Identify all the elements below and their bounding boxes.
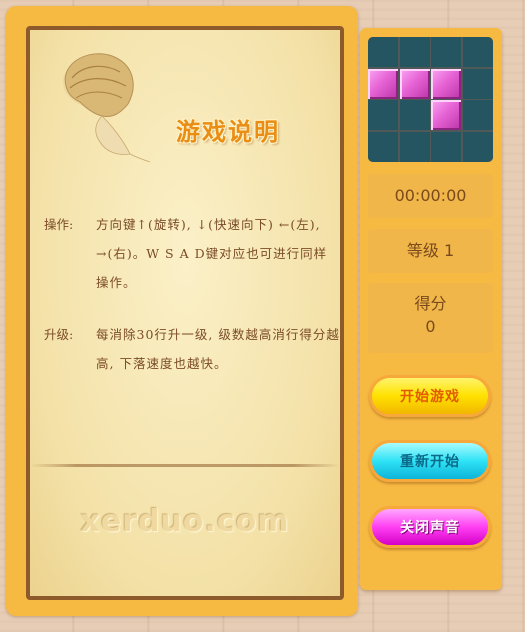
preview-block: [368, 68, 398, 99]
instructions-paper: 游戏说明 操作: 方向键↑(旋转), ↓(快速向下) ←(左), →(右)。W …: [26, 26, 344, 600]
levels-text: 每消除30行升一级, 级数越高消行得分越高, 下落速度也越快。: [96, 327, 340, 371]
instructions-frame: 游戏说明 操作: 方向键↑(旋转), ↓(快速向下) ←(左), →(右)。W …: [6, 6, 358, 616]
divider: [30, 464, 340, 467]
preview-cell: [399, 131, 430, 162]
preview-cell: [368, 100, 398, 131]
levels-instructions: 升级: 每消除30行升一级, 级数越高消行得分越高, 下落速度也越快。: [44, 320, 340, 378]
score-display: 得分 0: [368, 283, 493, 353]
preview-cell: [431, 131, 462, 162]
score-value: 0: [425, 317, 436, 336]
preview-block: [399, 68, 430, 99]
preview-cell: [462, 131, 493, 162]
preview-cell: [462, 100, 493, 131]
portrait-illustration: [63, 53, 151, 163]
preview-cell: [431, 37, 462, 67]
score-label: 得分: [414, 294, 447, 313]
controls-text: 方向键↑(旋转), ↓(快速向下) ←(左), →(右)。W S A D键对应也…: [96, 217, 328, 290]
instructions-title: 游戏说明: [176, 118, 280, 146]
start-game-button[interactable]: 开始游戏: [369, 375, 491, 417]
watermark-logo: xerduo.com: [80, 504, 290, 539]
preview-cell: [399, 100, 430, 131]
preview-cell: [368, 131, 398, 162]
preview-cell: [399, 37, 430, 67]
preview-cell: [462, 37, 493, 67]
controls-label: 操作:: [44, 217, 74, 232]
preview-block: [431, 100, 462, 131]
levels-label: 升级:: [44, 327, 74, 342]
timer-display: 00:00:00: [368, 174, 493, 218]
game-side-panel: 00:00:00 等级 1 得分 0 开始游戏 重新开始 关闭声音: [360, 28, 502, 590]
preview-block: [431, 68, 462, 99]
restart-button[interactable]: 重新开始: [369, 440, 491, 482]
preview-cell: [368, 37, 398, 67]
level-display: 等级 1: [368, 229, 493, 273]
preview-cell: [462, 68, 493, 99]
mute-sound-button[interactable]: 关闭声音: [369, 506, 491, 548]
controls-instructions: 操作: 方向键↑(旋转), ↓(快速向下) ←(左), →(右)。W S A D…: [44, 210, 340, 297]
next-piece-preview: [368, 37, 493, 162]
